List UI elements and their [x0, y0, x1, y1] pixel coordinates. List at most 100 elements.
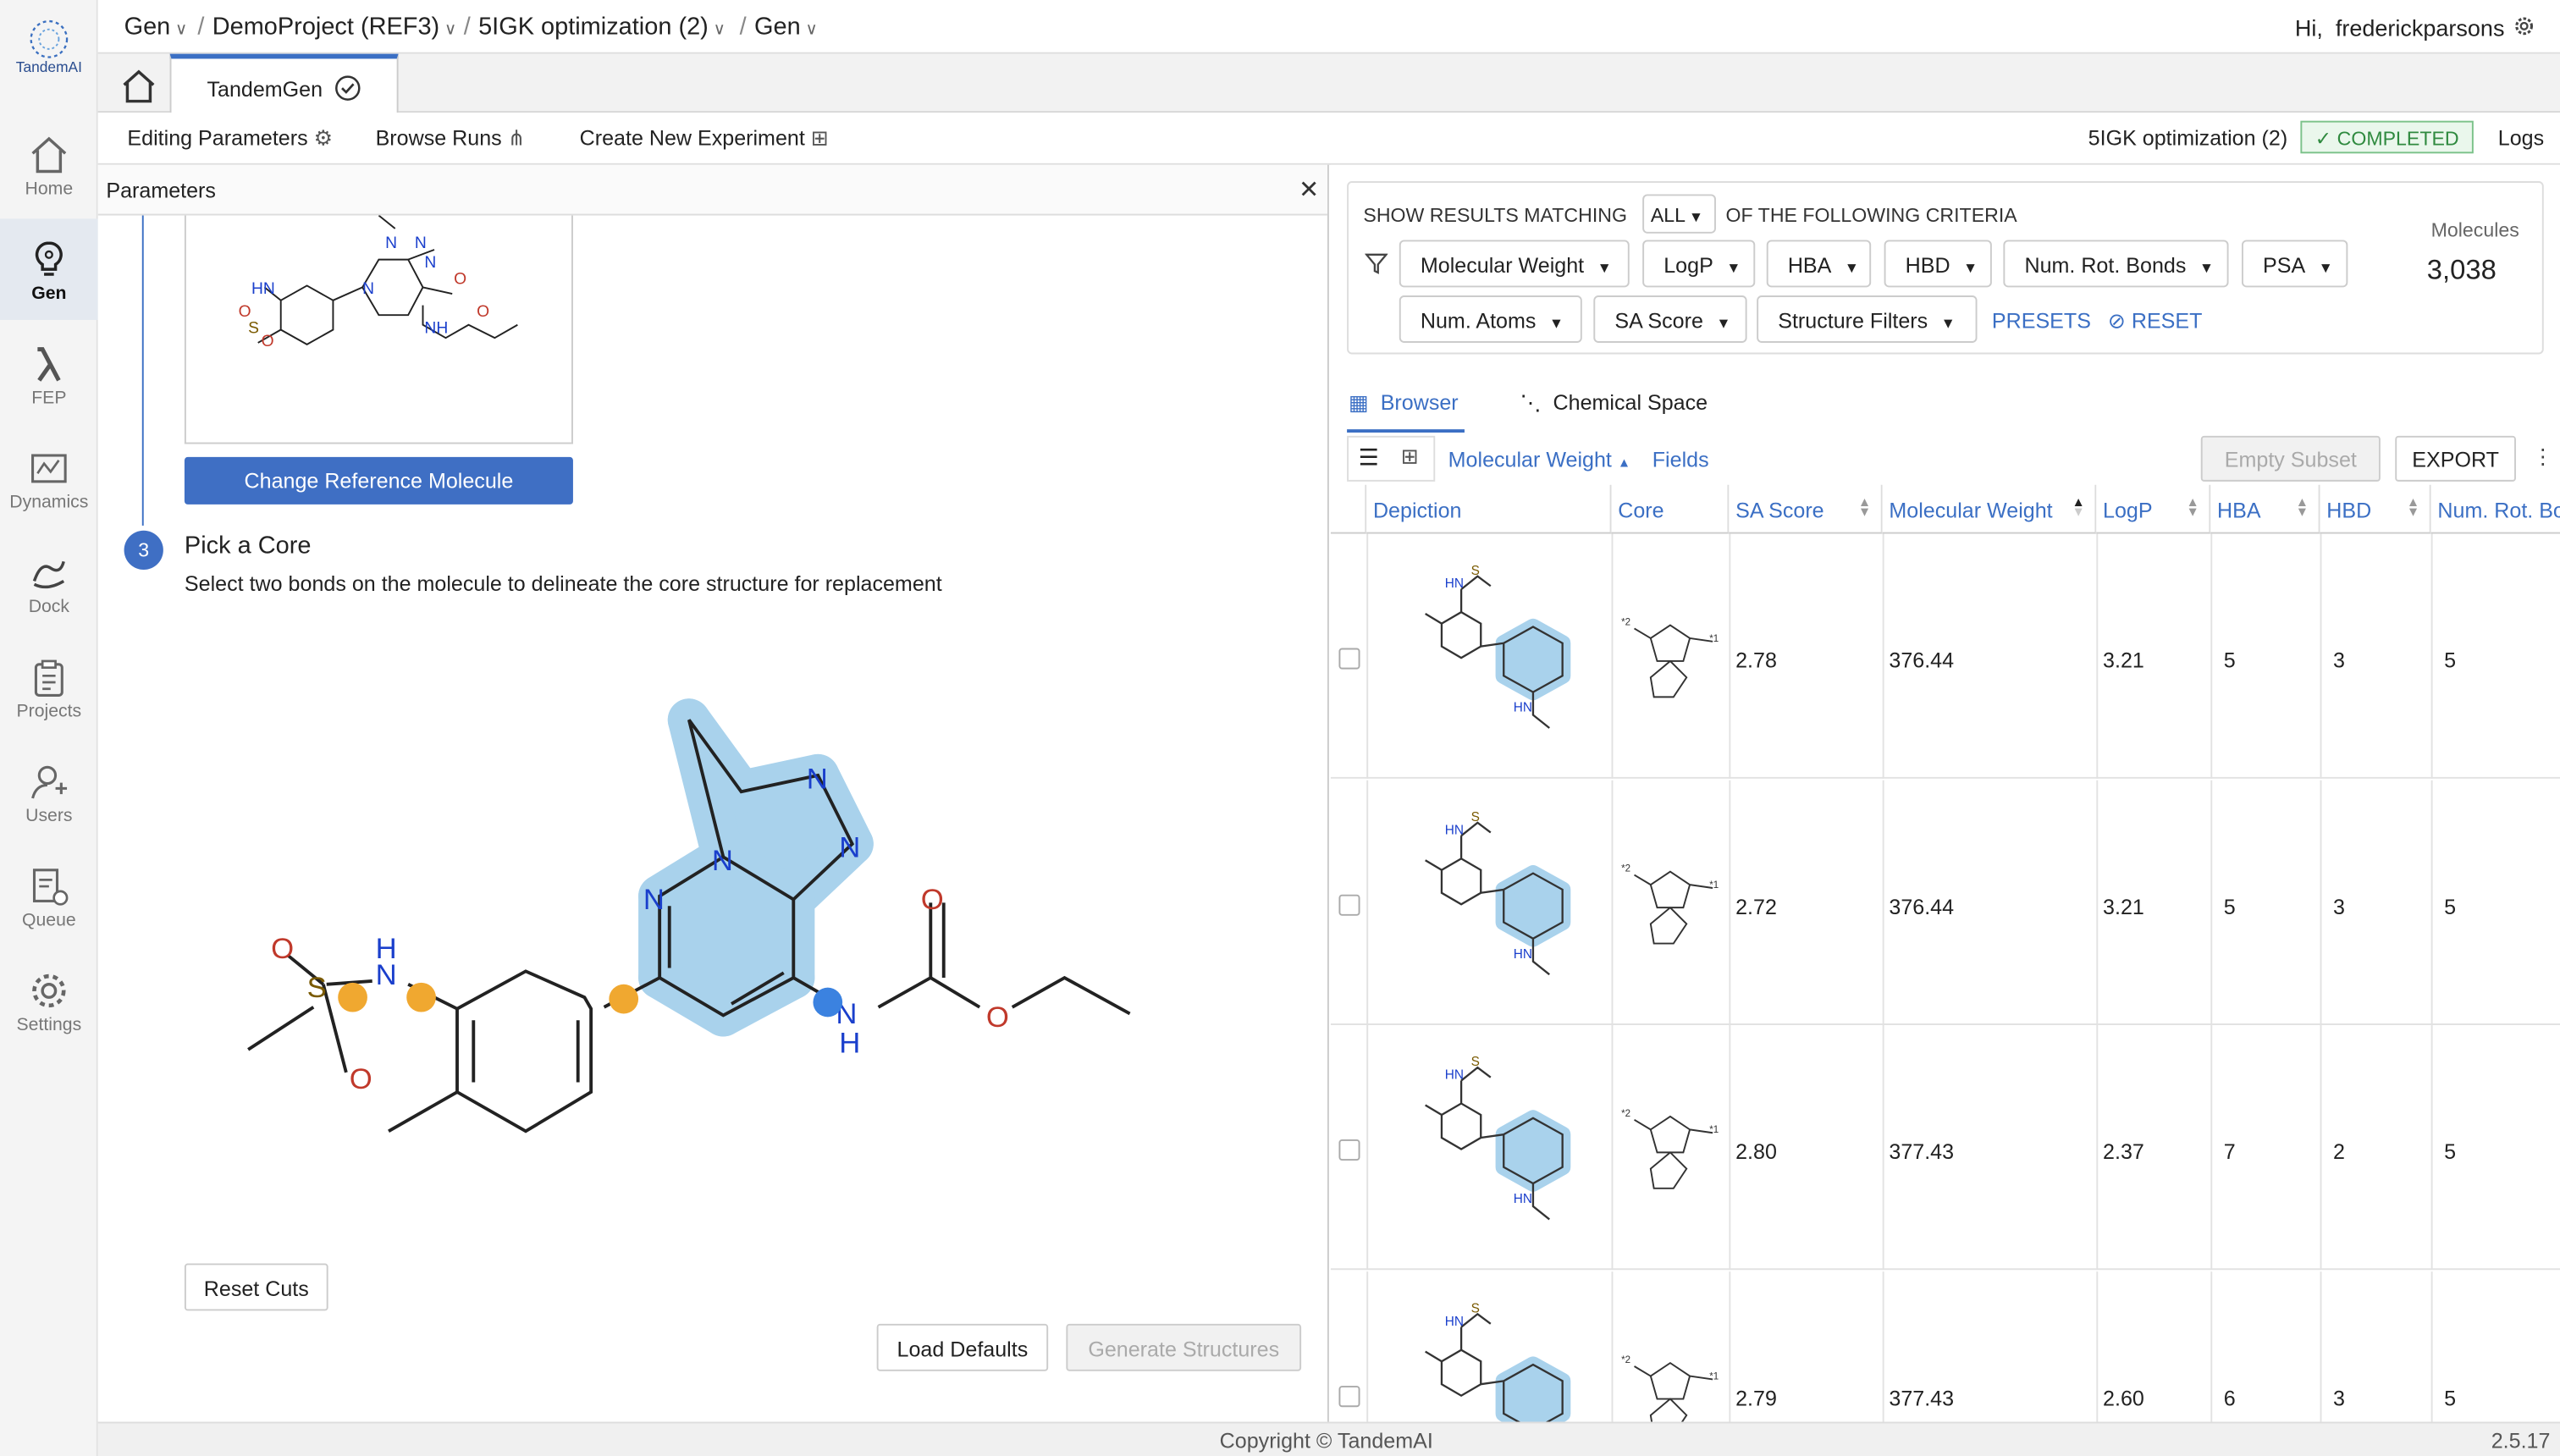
sidebar-item-home[interactable]: Home: [0, 114, 98, 216]
filter-psa[interactable]: PSA ▼: [2241, 240, 2348, 288]
breadcrumb-item-module[interactable]: Gen ∨: [754, 13, 818, 41]
cell-hbd: 2: [2332, 1139, 2345, 1164]
list-view-icon[interactable]: ☰: [1359, 444, 1379, 472]
row-checkbox[interactable]: [1338, 893, 1360, 915]
tab-tandemgen[interactable]: TandemGen: [169, 53, 399, 113]
step-title: Pick a Core: [184, 532, 312, 560]
column-header-core[interactable]: Core: [1611, 484, 1730, 534]
column-header-hbd[interactable]: HBD ▲ ▼: [2320, 484, 2431, 534]
filter-hbd[interactable]: HBD ▼: [1884, 240, 1992, 288]
fields-link[interactable]: Fields: [1652, 447, 1709, 472]
table-row[interactable]: HN S HN *2 *1 2.80 377.43 2.37 7 2 5: [1330, 1024, 2560, 1271]
svg-text:O: O: [239, 303, 251, 321]
tandemai-logo[interactable]: TandemAI: [7, 16, 91, 81]
filter-sa-score[interactable]: SA Score ▼: [1593, 295, 1747, 343]
reset-cuts-button[interactable]: Reset Cuts: [184, 1263, 328, 1311]
tab-chemical-space[interactable]: ⋱ Chemical Space: [1520, 390, 1708, 416]
tab-bar: TandemGen: [97, 53, 2560, 113]
filter-label: Molecular Weight: [1420, 252, 1585, 278]
editing-parameters-button[interactable]: Editing Parameters ⚙: [127, 125, 333, 152]
reset-filters-link[interactable]: ⊘ RESET: [2108, 308, 2203, 334]
logs-link[interactable]: Logs: [2498, 125, 2544, 150]
svg-text:S: S: [307, 972, 327, 1004]
load-defaults-button[interactable]: Load Defaults: [876, 1323, 1049, 1371]
sidebar-item-settings[interactable]: Settings: [0, 950, 98, 1051]
sidebar-item-label: Dynamics: [9, 493, 89, 513]
sidebar-item-projects[interactable]: Projects: [0, 637, 98, 738]
sidebar-item-fep[interactable]: FEP: [0, 323, 98, 425]
column-header-sa-score[interactable]: SA Score ▲ ▼: [1729, 484, 1883, 534]
cell-hba: 5: [2223, 893, 2236, 918]
svg-text:HN: HN: [1445, 576, 1464, 591]
table-icon: ▦: [1349, 389, 1369, 415]
core-selection-molecule[interactable]: NN NN NH OO NH SO O: [229, 687, 1143, 1144]
column-header-num-rot-bonds[interactable]: Num. Rot. Bo: [2430, 484, 2560, 534]
close-icon[interactable]: ✕: [1299, 174, 1319, 204]
sidebar-item-queue[interactable]: Queue: [0, 846, 98, 947]
user-gear-icon[interactable]: [2514, 16, 2534, 36]
breadcrumb-item-gen[interactable]: Gen ∨: [124, 13, 188, 41]
cut-marker-orange[interactable]: [338, 982, 367, 1012]
filter-structure-filters[interactable]: Structure Filters ▼: [1757, 295, 1978, 343]
column-label: HBD: [2326, 498, 2372, 523]
filter-num-rot-bonds[interactable]: Num. Rot. Bonds ▼: [2003, 240, 2229, 288]
run-name: 5IGK optimization (2): [2088, 125, 2288, 151]
filter-label: PSA: [2263, 252, 2306, 278]
match-select[interactable]: ALL ▼: [1642, 194, 1716, 234]
svg-text:N: N: [807, 763, 828, 795]
reset-label: RESET: [2131, 308, 2203, 334]
cell-sa: 2.78: [1735, 648, 1777, 673]
row-checkbox[interactable]: [1338, 1139, 1360, 1161]
filter-molecular-weight[interactable]: Molecular Weight ▼: [1399, 240, 1630, 288]
sort-field-select[interactable]: Molecular Weight ▲: [1448, 447, 1631, 472]
svg-text:HN: HN: [251, 280, 275, 298]
change-reference-molecule-button[interactable]: Change Reference Molecule: [184, 456, 573, 505]
row-checkbox[interactable]: [1338, 648, 1360, 670]
grid-view-icon[interactable]: ⊞: [1401, 444, 1419, 470]
more-options-icon[interactable]: ⋮: [2532, 444, 2553, 470]
home-tab[interactable]: [111, 58, 167, 111]
table-row[interactable]: HN S HN *2 *1 2.72 376.44 3.21 5 3 5: [1330, 779, 2560, 1025]
column-divider: [1611, 779, 1614, 1025]
generate-structures-button[interactable]: Generate Structures: [1066, 1323, 1302, 1371]
sort-field-label: Molecular Weight: [1448, 447, 1612, 472]
sidebar-item-gen[interactable]: Gen: [0, 218, 98, 320]
filter-label: Num. Rot. Bonds: [2024, 252, 2187, 278]
tab-browser[interactable]: ▦ Browser: [1349, 390, 1459, 416]
core-depiction: *2 *1: [1621, 618, 1719, 698]
sidebar-item-dynamics[interactable]: Dynamics: [0, 427, 98, 529]
svg-text:N: N: [362, 280, 374, 298]
svg-text:*1: *1: [1709, 1371, 1719, 1381]
table-row[interactable]: HNSHN*2*12.79377.432.60635: [1331, 1271, 2560, 1422]
filter-hba[interactable]: HBA ▼: [1766, 240, 1872, 288]
column-header-hba[interactable]: HBA ▲ ▼: [2210, 484, 2320, 534]
sidebar-item-label: Settings: [16, 1015, 82, 1035]
browse-runs-button[interactable]: Browse Runs ⋔: [376, 125, 526, 152]
row-checkbox[interactable]: [1338, 1385, 1360, 1407]
sidebar-item-dock[interactable]: Dock: [0, 532, 98, 634]
export-button[interactable]: EXPORT: [2395, 435, 2516, 482]
empty-subset-button[interactable]: Empty Subset: [2200, 435, 2381, 482]
results-table: Depiction Core SA Score ▲ ▼ Molecular Weig…: [1330, 484, 2560, 1422]
top-bar: Gen ∨ / DemoProject (REF3) ∨ / 5IGK optimi…: [97, 0, 2560, 54]
presets-link[interactable]: PRESETS: [1992, 308, 2091, 333]
svg-text:NH: NH: [424, 319, 448, 337]
cut-marker-orange[interactable]: [609, 984, 639, 1014]
filter-num-atoms[interactable]: Num. Atoms ▼: [1399, 295, 1582, 343]
svg-text:H: H: [376, 933, 397, 965]
gear-icon: [32, 973, 66, 1008]
create-experiment-button[interactable]: Create New Experiment ⊞: [580, 125, 829, 152]
filter-logp[interactable]: LogP ▼: [1642, 240, 1756, 288]
breadcrumb-item-project[interactable]: DemoProject (REF3) ∨: [212, 13, 456, 41]
column-header-logp[interactable]: LogP ▲ ▼: [2096, 484, 2211, 534]
sidebar-item-users[interactable]: Users: [0, 741, 98, 842]
table-row[interactable]: HN S HN *2 *1 2.78 376.44 3.21 5 3 5: [1330, 533, 2560, 779]
breadcrumb-item-experiment[interactable]: 5IGK optimization (2) ∨: [478, 13, 726, 41]
column-header-molecular-weight[interactable]: Molecular Weight ▲ ▼: [1882, 484, 2097, 534]
column-header-depiction[interactable]: Depiction: [1366, 484, 1612, 534]
cut-marker-orange[interactable]: [406, 982, 436, 1012]
user-menu[interactable]: Hi, frederickparsons: [2295, 14, 2505, 41]
cut-marker-blue[interactable]: [813, 987, 843, 1018]
parameters-panel: Parameters ✕ HN O SO NN NN NH O O Change…: [97, 164, 1329, 1422]
column-divider: [2320, 1024, 2322, 1271]
